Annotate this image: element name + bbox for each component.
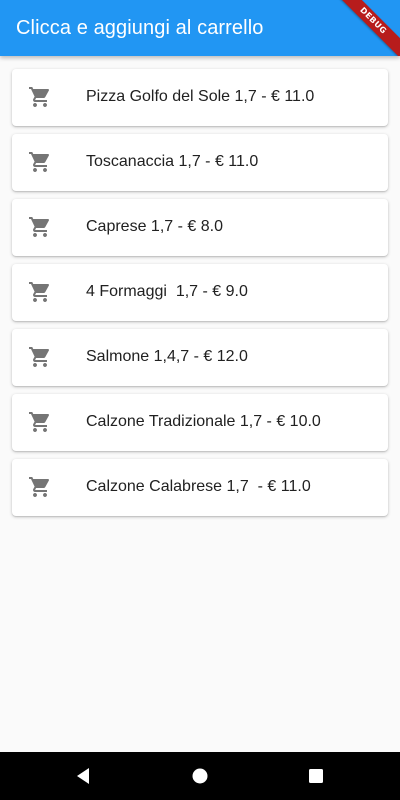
list-item[interactable]: Pizza Golfo del Sole 1,7 - € 11.0 [12,69,388,126]
menu-list: Pizza Golfo del Sole 1,7 - € 11.0 Toscan… [12,69,388,524]
app-screen: Clicca e aggiungi al carrello DEBUG Pizz… [0,0,400,800]
list-item-label: Calzone Tradizionale 1,7 - € 10.0 [86,413,321,430]
home-icon[interactable] [188,764,212,788]
shopping-cart-icon [28,85,52,109]
page-title: Clicca e aggiungi al carrello [16,17,264,39]
list-item[interactable]: Calzone Calabrese 1,7 - € 11.0 [12,459,388,516]
list-item[interactable]: Salmone 1,4,7 - € 12.0 [12,329,388,386]
list-item-label: Salmone 1,4,7 - € 12.0 [86,348,248,365]
recents-icon[interactable] [304,764,328,788]
list-item-label: Toscanaccia 1,7 - € 11.0 [86,153,259,170]
app-bar: Clicca e aggiungi al carrello DEBUG [0,0,400,56]
list-item[interactable]: 4 Formaggi 1,7 - € 9.0 [12,264,388,321]
system-navigation-bar [0,752,400,800]
back-icon[interactable] [72,764,96,788]
debug-banner: DEBUG [329,0,400,56]
list-item-label: Caprese 1,7 - € 8.0 [86,218,223,235]
shopping-cart-icon [28,475,52,499]
shopping-cart-icon [28,410,52,434]
list-item[interactable]: Caprese 1,7 - € 8.0 [12,199,388,256]
shopping-cart-icon [28,150,52,174]
list-item[interactable]: Toscanaccia 1,7 - € 11.0 [12,134,388,191]
shopping-cart-icon [28,280,52,304]
shopping-cart-icon [28,215,52,239]
list-item-label: Pizza Golfo del Sole 1,7 - € 11.0 [86,88,315,105]
shopping-cart-icon [28,345,52,369]
list-item-label: 4 Formaggi 1,7 - € 9.0 [86,283,248,300]
list-item-label: Calzone Calabrese 1,7 - € 11.0 [86,478,311,495]
list-item[interactable]: Calzone Tradizionale 1,7 - € 10.0 [12,394,388,451]
